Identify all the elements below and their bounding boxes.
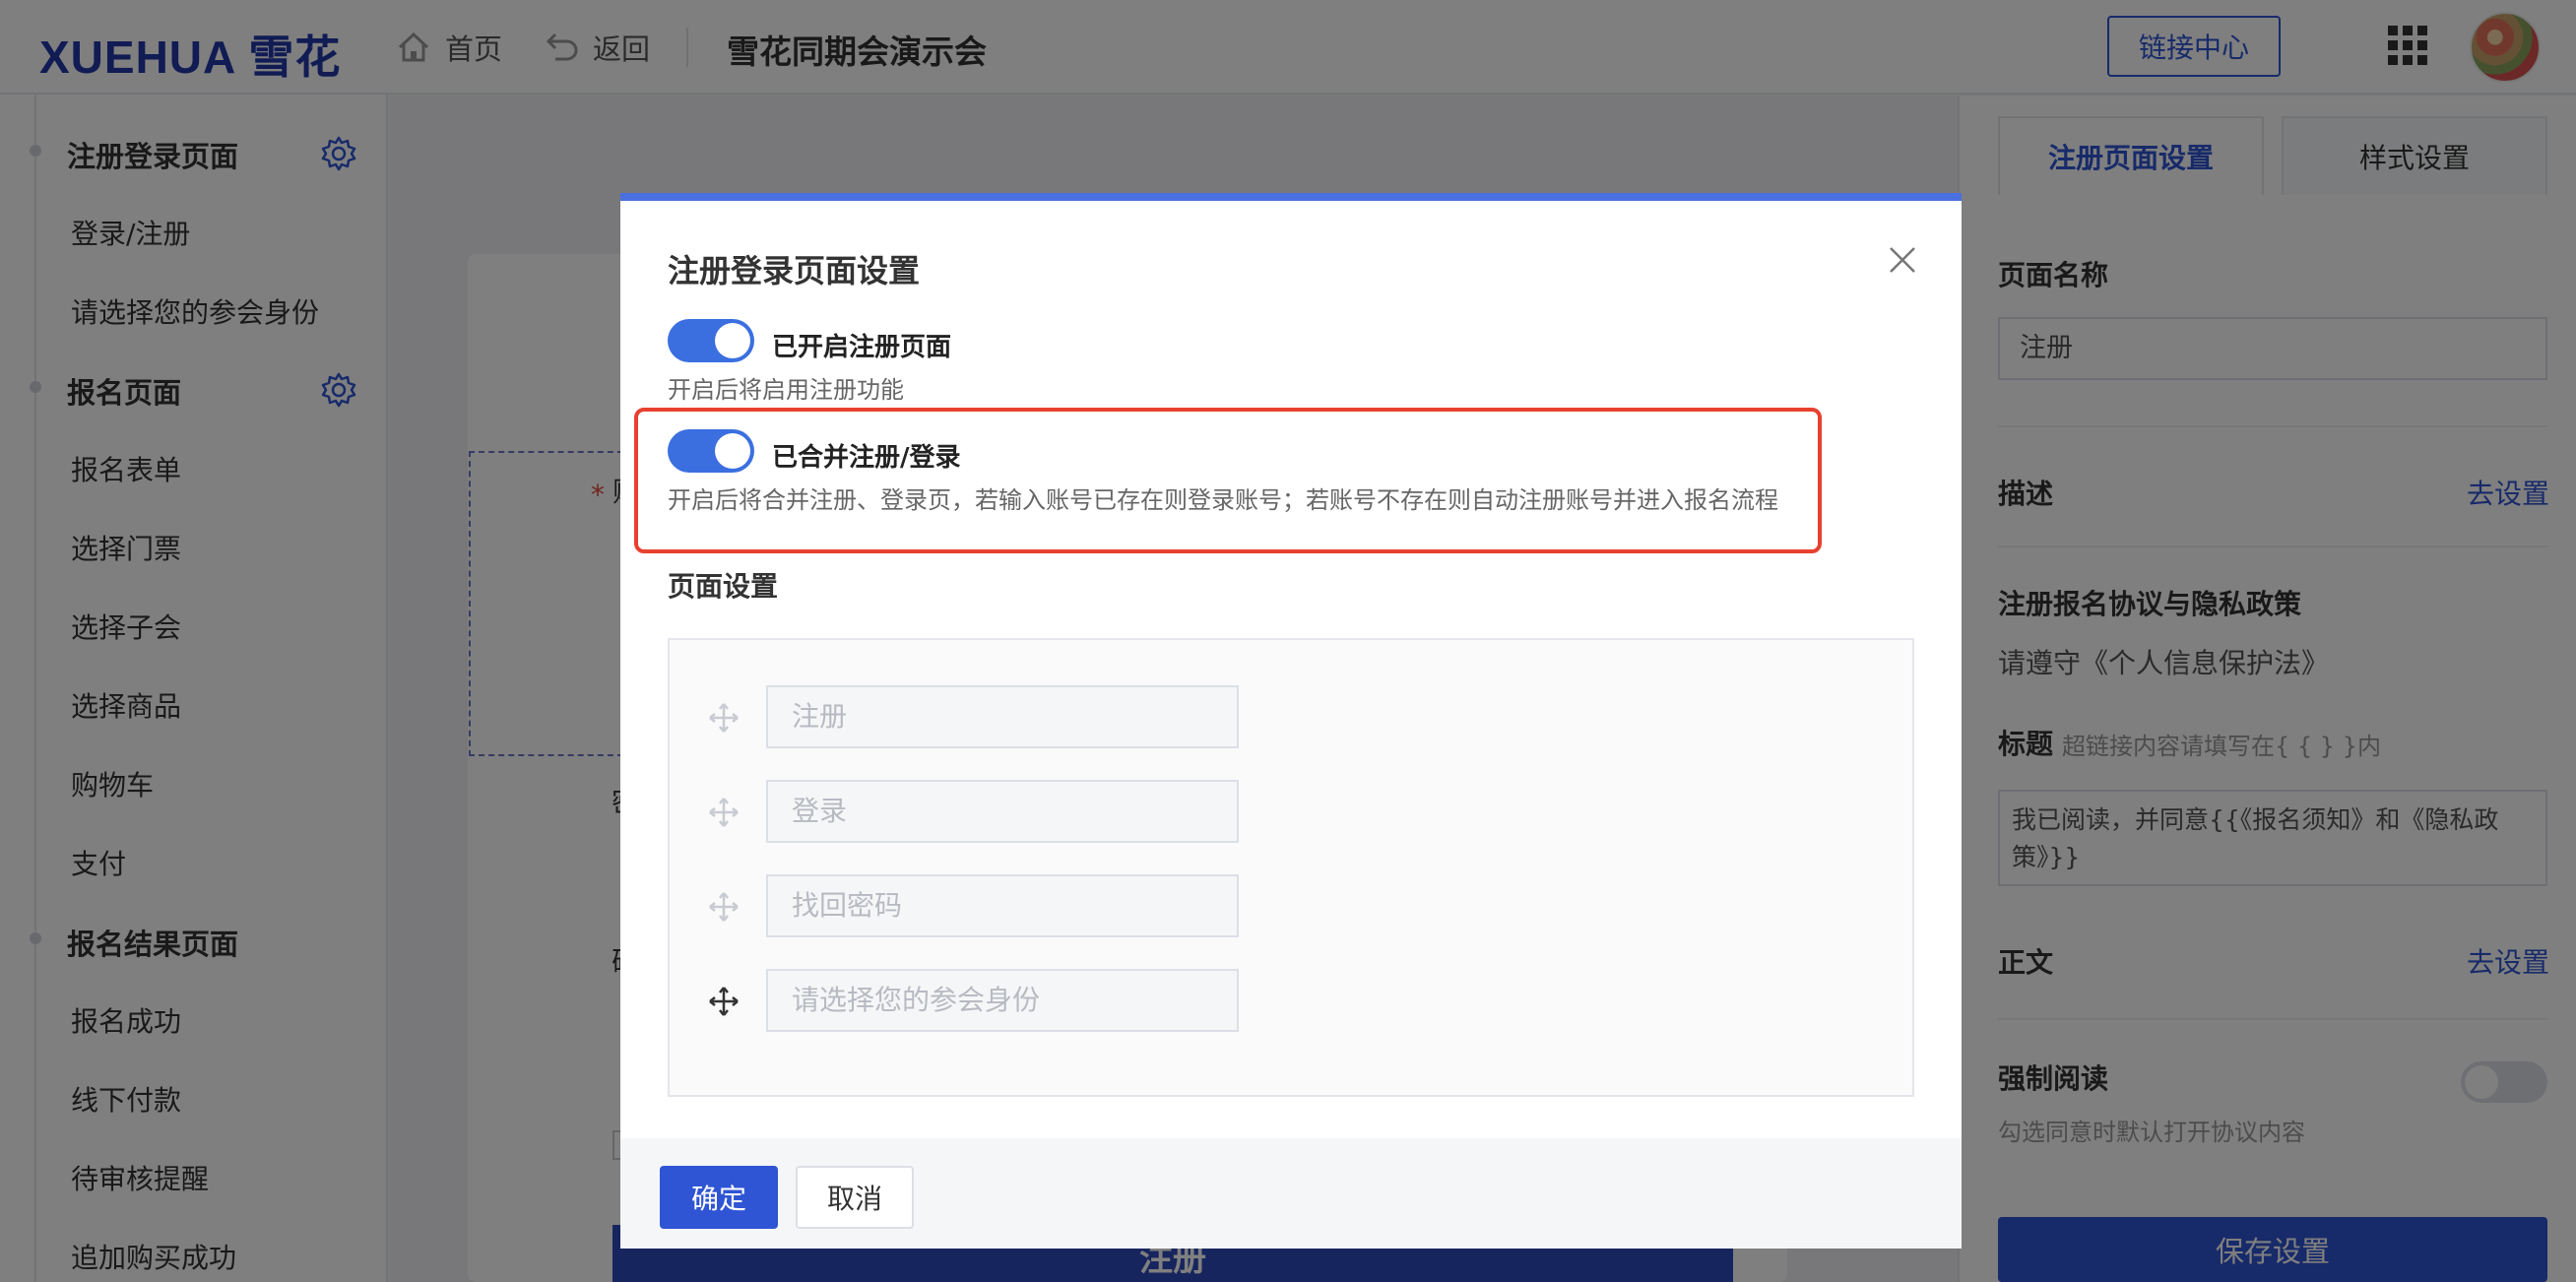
list-item[interactable]: 请选择您的参会身份 — [670, 969, 1260, 1034]
merge-register-login-desc: 开启后将合并注册、登录页，若输入账号已存在则登录账号；若账号不存在则自动注册账号… — [668, 486, 1778, 514]
drag-handle-icon[interactable] — [707, 890, 741, 924]
dialog-footer: 确定 取消 — [620, 1138, 1962, 1249]
page-item-select-identity: 请选择您的参会身份 — [766, 969, 1239, 1032]
close-icon[interactable] — [1883, 240, 1922, 280]
drag-handle-icon[interactable] — [707, 701, 741, 735]
page-item-retrieve-password: 找回密码 — [766, 874, 1239, 937]
enable-register-desc: 开启后将启用注册功能 — [668, 376, 904, 404]
drag-handle-icon[interactable] — [707, 985, 741, 1018]
page-item-register: 注册 — [766, 685, 1239, 748]
register-login-settings-dialog: 注册登录页面设置 已开启注册页面 开启后将启用注册功能 已合并注册/登录 开启后… — [620, 193, 1962, 1249]
confirm-button[interactable]: 确定 — [660, 1166, 778, 1229]
list-item[interactable]: 找回密码 — [670, 874, 1260, 939]
page-item-login: 登录 — [766, 780, 1239, 843]
cancel-button[interactable]: 取消 — [796, 1166, 914, 1229]
enable-register-toggle[interactable] — [668, 319, 754, 362]
merge-register-login-label: 已合并注册/登录 — [772, 443, 961, 473]
list-item[interactable]: 注册 — [670, 685, 1260, 750]
enable-register-label: 已开启注册页面 — [772, 333, 952, 362]
merge-register-login-toggle[interactable] — [668, 429, 754, 473]
page-order-list: 注册 登录 找回密码 请选择您的参会身份 — [668, 638, 1914, 1097]
list-item[interactable]: 登录 — [670, 780, 1260, 845]
dialog-title: 注册登录页面设置 — [668, 252, 921, 289]
drag-handle-icon[interactable] — [707, 796, 741, 829]
page-settings-title: 页面设置 — [668, 570, 779, 603]
